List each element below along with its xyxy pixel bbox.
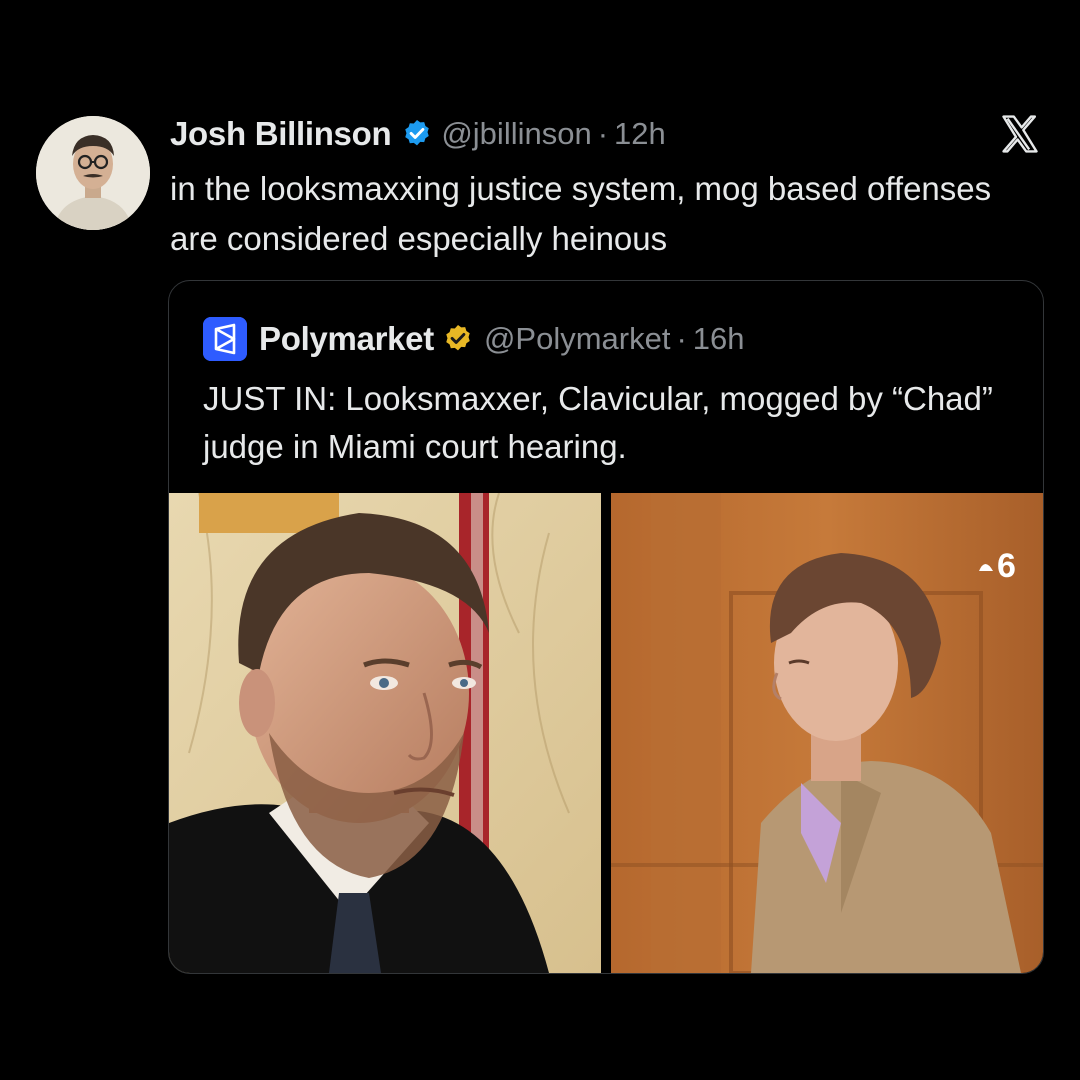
quoted-tweet-media[interactable]: 6	[169, 493, 1043, 973]
author-avatar[interactable]	[36, 116, 150, 230]
quoted-author-handle[interactable]: @Polymarket	[484, 321, 671, 357]
x-logo-icon[interactable]	[998, 112, 1042, 156]
tweet-card[interactable]: Josh Billinson @jbillinson · 12h in the …	[0, 0, 1080, 1080]
gold-verified-badge-icon	[442, 323, 474, 355]
quoted-author-name[interactable]: Polymarket	[259, 320, 434, 358]
quoted-tweet[interactable]: Polymarket @Polymarket · 16h JUST IN: Lo…	[168, 280, 1044, 974]
quoted-tweet-header: Polymarket @Polymarket · 16h	[203, 317, 745, 361]
author-name[interactable]: Josh Billinson	[170, 115, 392, 153]
verified-badge-icon	[401, 118, 433, 150]
quoted-tweet-timestamp[interactable]: 16h	[693, 321, 745, 357]
tweet-header: Josh Billinson @jbillinson · 12h	[170, 112, 666, 156]
watermark-text: 6	[997, 547, 1016, 585]
polymarket-logo-icon	[203, 317, 247, 361]
quoted-header-separator: ·	[676, 321, 687, 356]
judge-photo[interactable]	[169, 493, 601, 973]
courtroom-photo[interactable]: 6	[611, 493, 1043, 973]
author-handle[interactable]: @jbillinson	[441, 116, 591, 152]
avatar-illustration	[36, 116, 150, 230]
media-divider	[601, 493, 611, 973]
tweet-timestamp[interactable]: 12h	[614, 116, 666, 152]
header-separator: ·	[597, 116, 609, 151]
quoted-tweet-text: JUST IN: Looksmaxxer, Clavicular, mogged…	[203, 380, 993, 465]
tweet-text: in the looksmaxxing justice system, mog …	[170, 170, 992, 257]
